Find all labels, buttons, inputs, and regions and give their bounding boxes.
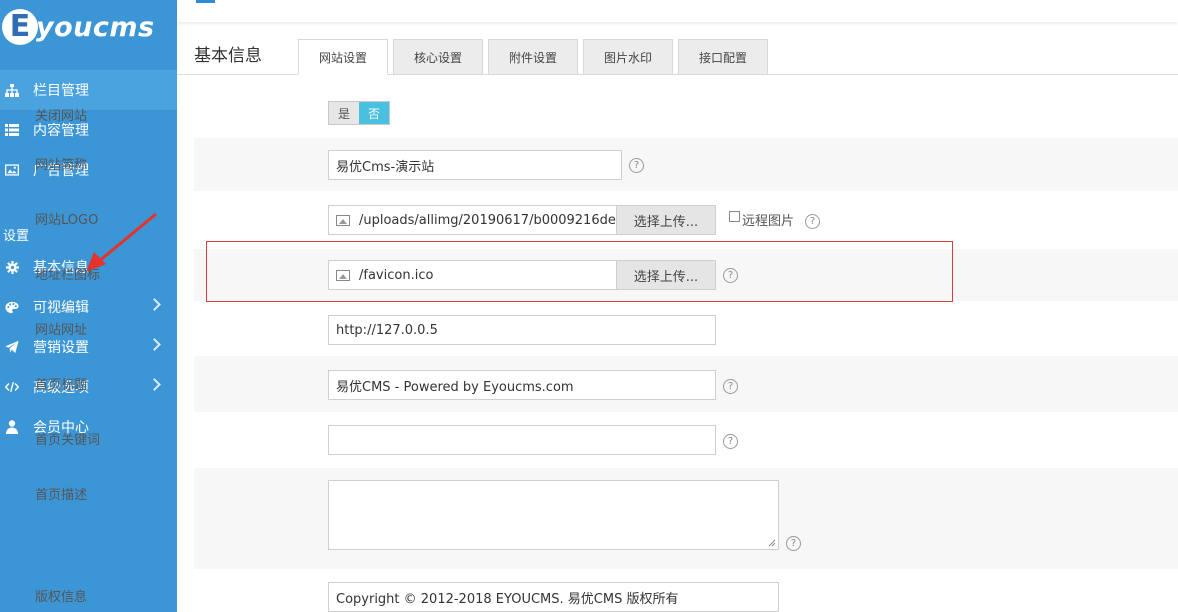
user-icon: [5, 420, 19, 434]
close-site-label: 关闭网站: [35, 109, 88, 124]
home-keywords-label: 首页关键词: [35, 433, 101, 448]
tab-attachment-settings[interactable]: 附件设置: [488, 39, 578, 75]
tab-api-config[interactable]: 接口配置: [678, 39, 768, 75]
help-icon[interactable]: ?: [786, 536, 801, 551]
sidebar-item-label: 栏目管理: [33, 83, 89, 99]
page-title: 基本信息: [194, 46, 262, 66]
toggle-yes[interactable]: 是: [329, 102, 359, 124]
tab-site-settings[interactable]: 网站设置: [298, 39, 388, 75]
chevron-right-icon: [148, 378, 161, 391]
list-icon: [5, 123, 19, 137]
image-icon: [336, 214, 350, 226]
chevron-right-icon: [148, 338, 161, 351]
toggle-no[interactable]: 否: [359, 102, 389, 124]
sidebar-item-marketing[interactable]: 营销设置: [0, 327, 177, 367]
sidebar-item-ads[interactable]: 广告管理: [0, 150, 177, 190]
copyright-label: 版权信息: [35, 590, 88, 605]
top-bar-accent: [196, 0, 215, 3]
top-bar: [177, 0, 1178, 22]
site-url-label: 网站网址: [35, 323, 88, 338]
tab-core-settings[interactable]: 核心设置: [393, 39, 483, 75]
site-url-input[interactable]: http://127.0.0.5: [328, 315, 716, 345]
help-icon[interactable]: ?: [723, 379, 738, 394]
logo[interactable]: E youcms: [2, 6, 155, 48]
site-logo-label: 网站LOGO: [35, 213, 99, 228]
site-name-input[interactable]: 易优Cms-演示站: [328, 150, 622, 180]
logo-text: youcms: [36, 11, 155, 43]
sidebar: E youcms 栏目管理 内容管理 广告管理 设置 基本信息 可视编辑 营销设…: [0, 0, 177, 612]
home-title-label: 首页标题: [35, 378, 88, 393]
site-logo-path: /uploads/allimg/20190617/b0009216de61: [359, 212, 633, 228]
help-icon[interactable]: ?: [629, 158, 644, 173]
help-icon[interactable]: ?: [805, 214, 820, 229]
send-icon: [5, 340, 19, 354]
gear-icon: [5, 260, 19, 274]
remote-image-label: 远程图片: [742, 214, 795, 229]
sidebar-item-advanced[interactable]: 高级选项: [0, 367, 177, 407]
resize-handle-icon[interactable]: [768, 539, 776, 547]
sitemap-icon: [5, 83, 19, 97]
close-site-toggle[interactable]: 是 否: [328, 101, 390, 125]
help-icon[interactable]: ?: [723, 434, 738, 449]
logo-mark: E: [2, 9, 38, 45]
sidebar-item-label: 营销设置: [33, 340, 89, 356]
site-name-label: 网站简称: [35, 158, 88, 173]
site-logo-upload-button[interactable]: 选择上传...: [616, 206, 715, 234]
chevron-right-icon: [148, 298, 161, 311]
sidebar-item-label: 可视编辑: [33, 300, 89, 316]
site-logo-input[interactable]: /uploads/allimg/20190617/b0009216de61 选择…: [328, 205, 716, 235]
sidebar-section-settings: 设置: [3, 229, 30, 244]
palette-icon: [5, 300, 19, 314]
home-desc-label: 首页描述: [35, 488, 88, 503]
favicon-label: 地址栏图标: [35, 268, 101, 283]
sidebar-item-content[interactable]: 内容管理: [0, 110, 177, 150]
home-keywords-input[interactable]: [328, 425, 716, 455]
sidebar-item-visual-edit[interactable]: 可视编辑: [0, 287, 177, 327]
code-icon: [5, 380, 19, 394]
home-desc-textarea[interactable]: [328, 480, 779, 550]
tab-watermark[interactable]: 图片水印: [583, 39, 673, 75]
highlight-box: [206, 241, 953, 302]
remote-image-checkbox[interactable]: [729, 211, 740, 222]
copyright-input[interactable]: Copyright © 2012-2018 EYOUCMS. 易优CMS 版权所…: [328, 582, 779, 612]
image-icon: [5, 163, 19, 177]
home-title-input[interactable]: 易优CMS - Powered by Eyoucms.com: [328, 370, 716, 400]
sidebar-item-columns[interactable]: 栏目管理: [0, 70, 177, 110]
